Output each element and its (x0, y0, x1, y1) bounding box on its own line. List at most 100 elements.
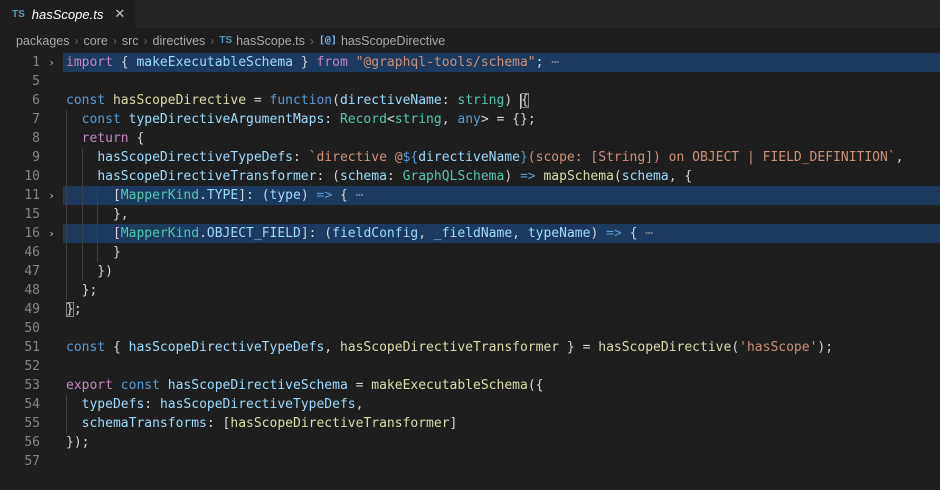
fold-chevron-icon[interactable]: › (40, 186, 63, 205)
gutter[interactable]: 46 (0, 243, 63, 262)
fold-chevron-icon[interactable]: › (40, 53, 63, 72)
gutter[interactable]: 49 (0, 300, 63, 319)
code-content[interactable]: }; (63, 281, 940, 300)
code-content[interactable]: typeDefs: hasScopeDirectiveTypeDefs, (63, 395, 940, 414)
gutter[interactable]: 7 (0, 110, 63, 129)
gutter[interactable]: 10 (0, 167, 63, 186)
code-line-56[interactable]: 56}); (0, 433, 940, 452)
code-line-10[interactable]: 10 hasScopeDirectiveTransformer: (schema… (0, 167, 940, 186)
code-editor[interactable]: 1›import { makeExecutableSchema } from "… (0, 53, 940, 471)
gutter[interactable]: 48 (0, 281, 63, 300)
code-content[interactable]: }) (63, 262, 940, 281)
code-content[interactable]: }; (63, 300, 940, 319)
gutter[interactable]: 5 (0, 72, 63, 91)
code-content[interactable]: const { hasScopeDirectiveTypeDefs, hasSc… (63, 338, 940, 357)
gutter[interactable]: 52 (0, 357, 63, 376)
code-content[interactable]: hasScopeDirectiveTypeDefs: `directive @$… (63, 148, 940, 167)
code-content[interactable]: const typeDirectiveArgumentMaps: Record<… (63, 110, 940, 129)
code-line-51[interactable]: 51const { hasScopeDirectiveTypeDefs, has… (0, 338, 940, 357)
indent-guide (66, 186, 67, 205)
gutter[interactable]: 50 (0, 319, 63, 338)
gutter[interactable]: 57 (0, 452, 63, 471)
tab-bar: TS hasScope.ts ✕ (0, 0, 940, 28)
code-token: MapperKind (121, 188, 199, 203)
code-line-55[interactable]: 55 schemaTransforms: [hasScopeDirectiveT… (0, 414, 940, 433)
gutter[interactable]: 53 (0, 376, 63, 395)
code-content[interactable]: }); (63, 433, 940, 452)
code-content[interactable]: }, (63, 205, 940, 224)
gutter[interactable]: 1› (0, 53, 63, 72)
breadcrumb-item-packages[interactable]: packages (16, 34, 70, 48)
folded-region-highlight[interactable]: import { makeExecutableSchema } from "@g… (63, 53, 940, 72)
breadcrumb-item-src[interactable]: src (122, 34, 139, 48)
gutter[interactable]: 54 (0, 395, 63, 414)
gutter[interactable]: 11› (0, 186, 63, 205)
folded-code-ellipsis[interactable]: ⋯ (637, 226, 653, 241)
fold-chevron-placeholder (40, 281, 63, 300)
line-number: 52 (0, 357, 40, 376)
tab-hasscope[interactable]: TS hasScope.ts ✕ (0, 0, 135, 28)
code-line-52[interactable]: 52 (0, 357, 940, 376)
code-line-9[interactable]: 9 hasScopeDirectiveTypeDefs: `directive … (0, 148, 940, 167)
folded-region-highlight[interactable]: [MapperKind.TYPE]: (type) => { ⋯ (63, 186, 940, 205)
code-content[interactable]: export const hasScopeDirectiveSchema = m… (63, 376, 940, 395)
breadcrumb-item-core[interactable]: core (84, 34, 108, 48)
code-line-16[interactable]: 16› [MapperKind.OBJECT_FIELD]: (fieldCon… (0, 224, 940, 243)
code-token: [ (66, 188, 121, 203)
code-line-46[interactable]: 46 } (0, 243, 940, 262)
code-content[interactable]: const hasScopeDirective = function(direc… (63, 91, 940, 110)
fold-chevron-icon[interactable]: › (40, 224, 63, 243)
gutter[interactable]: 15 (0, 205, 63, 224)
code-line-1[interactable]: 1›import { makeExecutableSchema } from "… (0, 53, 940, 72)
gutter[interactable]: 56 (0, 433, 63, 452)
code-line-54[interactable]: 54 typeDefs: hasScopeDirectiveTypeDefs, (0, 395, 940, 414)
code-token: } (66, 245, 121, 260)
fold-chevron-placeholder (40, 91, 63, 110)
breadcrumb-item-hasscopedirective[interactable]: [@]hasScopeDirective (319, 34, 445, 48)
breadcrumb-label: src (122, 34, 139, 48)
code-token: } (520, 150, 528, 165)
breadcrumb: packages›core›src›directives›TShasScope.… (0, 28, 940, 53)
breadcrumb-item-hasscope-ts[interactable]: TShasScope.ts (219, 34, 305, 48)
indent-guide (66, 414, 67, 433)
gutter[interactable]: 9 (0, 148, 63, 167)
code-line-57[interactable]: 57 (0, 452, 940, 471)
breadcrumb-separator: › (310, 34, 314, 48)
code-token: , (896, 150, 904, 165)
code-token: makeExecutableSchema (371, 378, 528, 393)
code-content[interactable]: return { (63, 129, 940, 148)
code-line-47[interactable]: 47 }) (0, 262, 940, 281)
folded-code-ellipsis[interactable]: ⋯ (348, 188, 364, 203)
line-number: 46 (0, 243, 40, 262)
code-line-53[interactable]: 53export const hasScopeDirectiveSchema =… (0, 376, 940, 395)
code-line-11[interactable]: 11› [MapperKind.TYPE]: (type) => { ⋯ (0, 186, 940, 205)
code-content[interactable] (63, 72, 940, 91)
code-content[interactable]: schemaTransforms: [hasScopeDirectiveTran… (63, 414, 940, 433)
code-line-5[interactable]: 5 (0, 72, 940, 91)
gutter[interactable]: 55 (0, 414, 63, 433)
gutter[interactable]: 47 (0, 262, 63, 281)
code-token (121, 112, 129, 127)
code-content[interactable] (63, 357, 940, 376)
gutter[interactable]: 51 (0, 338, 63, 357)
gutter[interactable]: 16› (0, 224, 63, 243)
code-line-7[interactable]: 7 const typeDirectiveArgumentMaps: Recor… (0, 110, 940, 129)
folded-code-ellipsis[interactable]: ⋯ (543, 55, 559, 70)
code-content[interactable] (63, 452, 940, 471)
code-line-48[interactable]: 48 }; (0, 281, 940, 300)
code-line-50[interactable]: 50 (0, 319, 940, 338)
gutter[interactable]: 8 (0, 129, 63, 148)
code-content[interactable]: } (63, 243, 940, 262)
folded-region-highlight[interactable]: [MapperKind.OBJECT_FIELD]: (fieldConfig,… (63, 224, 940, 243)
code-line-49[interactable]: 49}; (0, 300, 940, 319)
code-line-8[interactable]: 8 return { (0, 129, 940, 148)
code-token: hasScopeDirectiveTypeDefs (160, 397, 356, 412)
fold-chevron-placeholder (40, 357, 63, 376)
close-icon[interactable]: ✕ (114, 6, 125, 22)
code-content[interactable] (63, 319, 940, 338)
code-line-6[interactable]: 6const hasScopeDirective = function(dire… (0, 91, 940, 110)
code-content[interactable]: hasScopeDirectiveTransformer: (schema: G… (63, 167, 940, 186)
gutter[interactable]: 6 (0, 91, 63, 110)
breadcrumb-item-directives[interactable]: directives (153, 34, 206, 48)
code-line-15[interactable]: 15 }, (0, 205, 940, 224)
